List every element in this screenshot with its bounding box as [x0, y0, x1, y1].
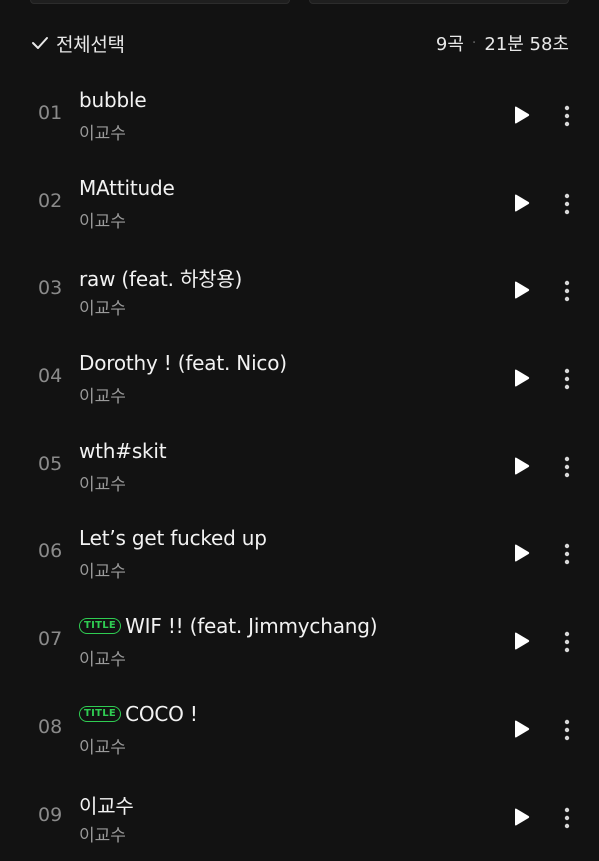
track-number: 09: [38, 804, 68, 826]
track-title: Let’s get fucked up: [79, 526, 267, 550]
track-title: COCO !: [125, 702, 198, 726]
track-number: 05: [38, 453, 68, 475]
track-number: 08: [38, 716, 68, 738]
track-row[interactable]: 08 TITLECOCO ! 이교수: [0, 686, 599, 774]
top-button-left[interactable]: [30, 0, 290, 4]
more-vertical-icon[interactable]: [556, 630, 578, 654]
track-count: 9곡: [436, 30, 464, 56]
more-vertical-icon[interactable]: [556, 104, 578, 128]
track-number: 03: [38, 277, 68, 299]
top-button-right[interactable]: [309, 0, 569, 4]
track-title: WIF !! (feat. Jimmychang): [125, 614, 377, 638]
play-icon[interactable]: [510, 542, 532, 564]
track-title-row: TITLECOCO !: [79, 702, 198, 726]
track-number: 04: [38, 365, 68, 387]
track-title-row: Dorothy ! (feat. Nico): [79, 351, 287, 375]
more-vertical-icon[interactable]: [556, 806, 578, 830]
track-row[interactable]: 07 TITLEWIF !! (feat. Jimmychang) 이교수: [0, 598, 599, 686]
playlist-summary: 9곡 · 21분 58초: [436, 30, 569, 56]
select-all-label: 전체선택: [56, 30, 125, 57]
track-title: bubble: [79, 88, 146, 112]
summary-separator: ·: [472, 35, 476, 51]
play-icon[interactable]: [510, 367, 532, 389]
track-row[interactable]: 01 bubble 이교수: [0, 72, 599, 160]
track-artist[interactable]: 이교수: [79, 821, 126, 846]
track-number: 02: [38, 190, 68, 212]
track-list: 01 bubble 이교수 02 MAttitude 이교수 03 raw (feat. 하창…: [0, 72, 599, 861]
play-icon[interactable]: [510, 806, 532, 828]
play-icon[interactable]: [510, 104, 532, 126]
more-vertical-icon[interactable]: [556, 718, 578, 742]
more-vertical-icon[interactable]: [556, 542, 578, 566]
track-title-row: MAttitude: [79, 176, 175, 200]
play-icon[interactable]: [510, 630, 532, 652]
track-title-row: raw (feat. 하창용): [79, 263, 242, 292]
title-track-badge: TITLE: [79, 706, 121, 722]
track-row[interactable]: 02 MAttitude 이교수: [0, 160, 599, 248]
more-vertical-icon[interactable]: [556, 367, 578, 391]
track-artist[interactable]: 이교수: [79, 207, 126, 232]
track-title-row: 이교수: [79, 790, 134, 819]
playlist-header: 전체선택 9곡 · 21분 58초: [30, 26, 569, 60]
title-track-badge: TITLE: [79, 618, 121, 634]
track-number: 01: [38, 102, 68, 124]
track-title: wth#skit: [79, 439, 166, 463]
track-row[interactable]: 03 raw (feat. 하창용)이교수: [0, 247, 599, 335]
track-number: 07: [38, 628, 68, 650]
track-number: 06: [38, 540, 68, 562]
total-duration: 21분 58초: [484, 30, 569, 56]
track-artist[interactable]: 이교수: [79, 119, 126, 144]
track-title-row: bubble: [79, 88, 146, 112]
select-all-button[interactable]: 전체선택: [30, 30, 125, 57]
more-vertical-icon[interactable]: [556, 192, 578, 216]
play-icon[interactable]: [510, 279, 532, 301]
track-title: 이교수: [79, 790, 134, 819]
track-row[interactable]: 04 Dorothy ! (feat. Nico) 이교수: [0, 335, 599, 423]
track-title-row: TITLEWIF !! (feat. Jimmychang): [79, 614, 377, 638]
track-artist[interactable]: 이교수: [79, 557, 126, 582]
track-title: Dorothy ! (feat. Nico): [79, 351, 287, 375]
track-row[interactable]: 05 wth#skit 이교수: [0, 423, 599, 511]
track-title-row: Let’s get fucked up: [79, 526, 267, 550]
track-title: MAttitude: [79, 176, 175, 200]
check-icon: [30, 33, 50, 53]
more-vertical-icon[interactable]: [556, 455, 578, 479]
track-title: raw (feat. 하창용): [79, 263, 242, 292]
track-title-row: wth#skit: [79, 439, 166, 463]
play-icon[interactable]: [510, 192, 532, 214]
track-artist[interactable]: 이교수: [79, 382, 126, 407]
track-row[interactable]: 09 이교수이교수: [0, 774, 599, 861]
play-icon[interactable]: [510, 455, 532, 477]
track-artist[interactable]: 이교수: [79, 294, 126, 319]
play-icon[interactable]: [510, 718, 532, 740]
track-artist[interactable]: 이교수: [79, 645, 126, 670]
track-artist[interactable]: 이교수: [79, 733, 126, 758]
track-artist[interactable]: 이교수: [79, 470, 126, 495]
track-row[interactable]: 06 Let’s get fucked up 이교수: [0, 510, 599, 598]
more-vertical-icon[interactable]: [556, 279, 578, 303]
